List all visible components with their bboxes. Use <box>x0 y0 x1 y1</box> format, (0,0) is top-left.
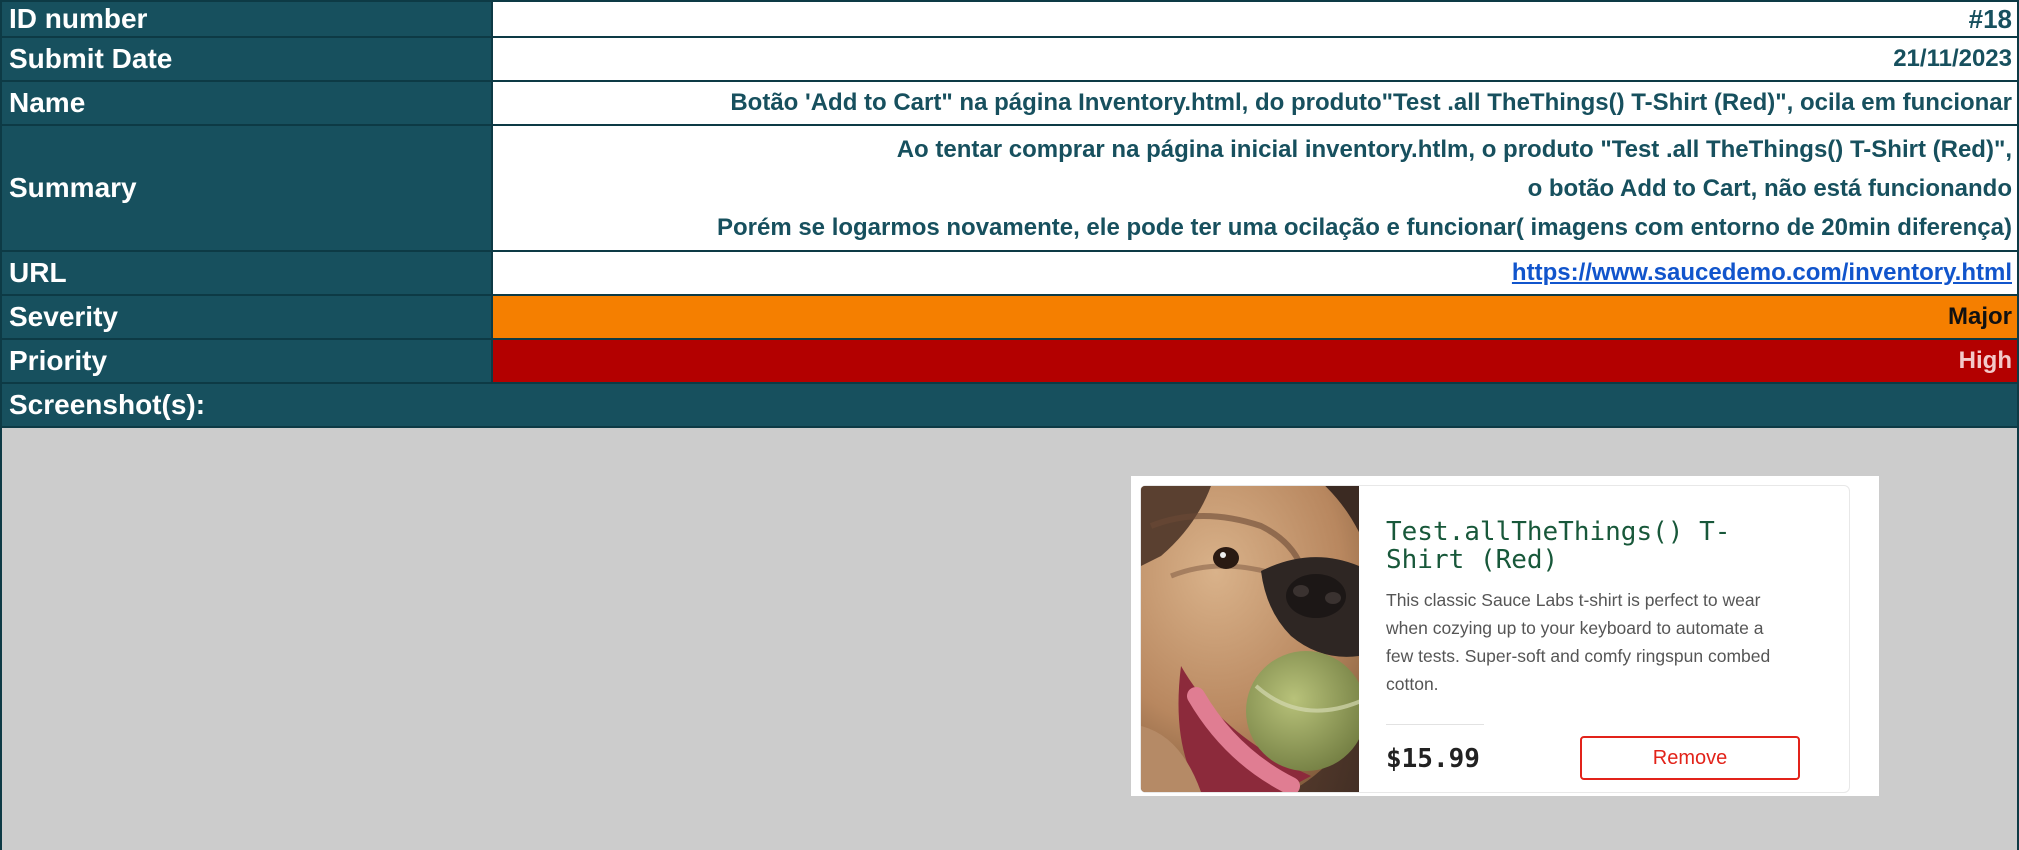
price-divider <box>1386 724 1484 725</box>
summary-line-3: Porém se logarmos novamente, ele pode te… <box>716 213 2012 241</box>
summary-label: Summary <box>0 126 493 252</box>
product-title[interactable]: Test.allTheThings() T-Shirt (Red) <box>1386 518 1786 574</box>
id-label: ID number <box>0 0 493 38</box>
priority-label: Priority <box>0 340 493 384</box>
url-link[interactable]: https://www.saucedemo.com/inventory.html <box>1512 259 2012 287</box>
product-description: This classic Sauce Labs t-shirt is perfe… <box>1386 590 1771 694</box>
severity-value[interactable]: Major <box>493 296 2019 340</box>
screenshot-image: Test.allTheThings() T-Shirt (Red) This c… <box>1131 476 1879 796</box>
row-screenshots: Screenshot(s): <box>0 384 2019 428</box>
id-value[interactable]: #18 <box>493 0 2019 38</box>
summary-line-2: o botão Add to Cart, não está funcionand… <box>1527 174 2012 202</box>
remove-button[interactable]: Remove <box>1580 736 1800 780</box>
url-value: https://www.saucedemo.com/inventory.html <box>493 252 2019 296</box>
url-label: URL <box>0 252 493 296</box>
row-id: ID number #18 <box>0 0 2019 38</box>
screenshots-label: Screenshot(s): <box>0 384 2019 428</box>
priority-value[interactable]: High <box>493 340 2019 384</box>
submit-date-label: Submit Date <box>0 38 493 82</box>
row-severity: Severity Major <box>0 296 2019 340</box>
name-label: Name <box>0 82 493 126</box>
bug-report-sheet: ID number #18 Submit Date 21/11/2023 Nam… <box>0 0 2019 850</box>
row-priority: Priority High <box>0 340 2019 384</box>
row-url: URL https://www.saucedemo.com/inventory.… <box>0 252 2019 296</box>
product-price: $15.99 <box>1386 744 1480 774</box>
row-submit-date: Submit Date 21/11/2023 <box>0 38 2019 82</box>
submit-date-value[interactable]: 21/11/2023 <box>493 38 2019 82</box>
summary-value[interactable]: Ao tentar comprar na página inicial inve… <box>493 126 2019 252</box>
severity-label: Severity <box>0 296 493 340</box>
product-card: Test.allTheThings() T-Shirt (Red) This c… <box>1140 485 1850 793</box>
name-value[interactable]: Botão 'Add to Cart" na página Inventory.… <box>493 82 2019 126</box>
summary-line-1: Ao tentar comprar na página inicial inve… <box>896 135 2012 163</box>
row-name: Name Botão 'Add to Cart" na página Inven… <box>0 82 2019 126</box>
row-summary: Summary Ao tentar comprar na página inic… <box>0 126 2019 252</box>
dog-with-ball-photo <box>1141 486 1359 792</box>
